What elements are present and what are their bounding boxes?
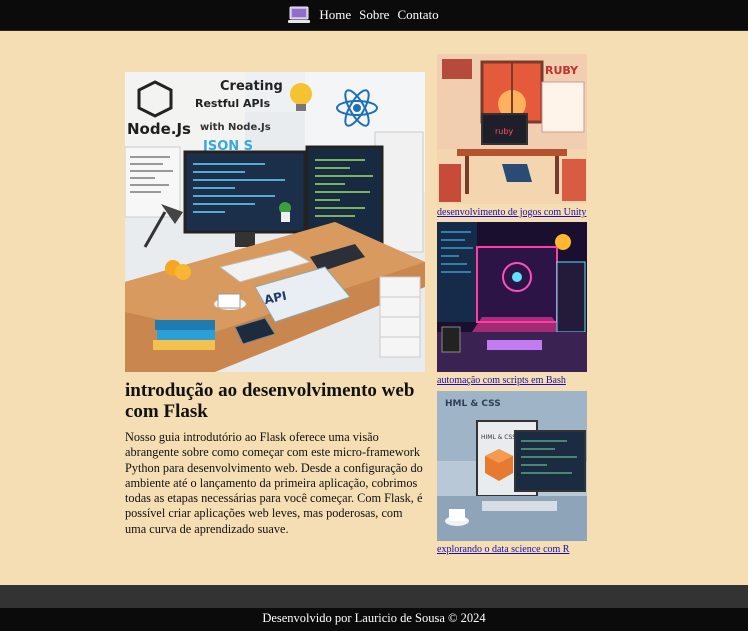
side-article-2: automação com scripts em Bash — [437, 222, 587, 386]
footer-divider-band — [0, 585, 748, 608]
side-article-1: RUBY ruby desenvolvimento de jogos com U… — [437, 54, 587, 218]
side-article-3-image[interactable]: HML & CSS HIML & CSS — [437, 391, 587, 541]
footer-text: Desenvolvido por Lauricio de Sousa © 202… — [262, 611, 486, 625]
featured-article-description: Nosso guia introdutório ao Flask oferece… — [125, 430, 423, 536]
footer: Desenvolvido por Lauricio de Sousa © 202… — [0, 608, 748, 631]
side-article-2-link[interactable]: automação com scripts em Bash — [437, 375, 587, 386]
side-article-2-image[interactable] — [437, 222, 587, 372]
featured-article-title[interactable]: introdução ao desenvolvimento web com Fl… — [125, 380, 425, 422]
image-text-node: Node.Js — [127, 120, 191, 138]
main-nav: Home Sobre Contato — [317, 6, 440, 24]
featured-article-image[interactable]: Node.Js Creating Restful APIs with Node.… — [125, 72, 425, 372]
side-1-screen-text: ruby — [495, 127, 513, 136]
image-text-creating: Creating — [220, 79, 283, 94]
featured-article: Node.Js Creating Restful APIs with Node.… — [125, 72, 425, 537]
image-text-restful: Restful APIs — [195, 97, 271, 110]
top-navbar: Home Sobre Contato — [0, 0, 748, 31]
side-article-3-link[interactable]: explorando o data science com R — [437, 544, 587, 555]
laptop-logo-icon[interactable] — [287, 5, 311, 25]
image-text-with-node: with Node.Js — [200, 122, 271, 133]
side-3-screen-text: HIML & CSS — [481, 434, 516, 441]
nav-home-link[interactable]: Home — [319, 7, 351, 22]
nav-contact-link[interactable]: Contato — [397, 7, 438, 22]
side-3-image-text: HML & CSS — [445, 399, 501, 409]
navbar-inner: Home Sobre Contato — [287, 5, 440, 25]
side-article-1-link[interactable]: desenvolvimento de jogos com Unity — [437, 207, 587, 218]
side-article-3: HML & CSS HIML & CSS explorando o data s… — [437, 391, 587, 555]
side-article-1-image[interactable]: RUBY ruby — [437, 54, 587, 204]
nav-about-link[interactable]: Sobre — [359, 7, 389, 22]
side-1-image-text: RUBY — [545, 64, 579, 77]
